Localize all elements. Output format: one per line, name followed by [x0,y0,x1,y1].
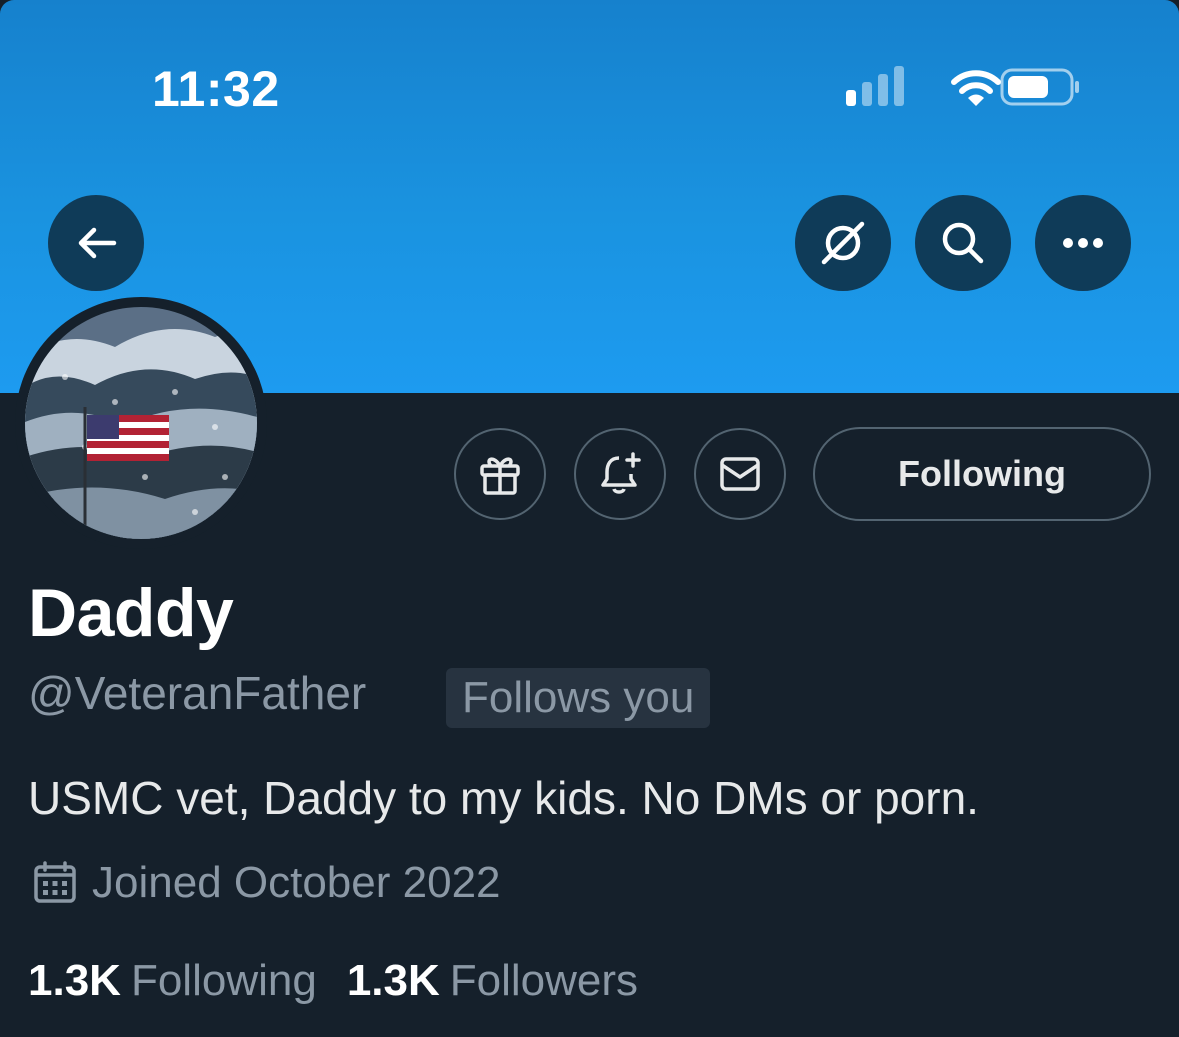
status-bar-time: 11:32 [152,61,280,117]
cellular-signal-icon [846,66,904,106]
display-name: Daddy [28,575,234,651]
gift-button[interactable] [454,428,546,520]
avatar-image [25,307,257,539]
wifi-icon [951,70,1001,106]
grok-button[interactable] [795,195,891,291]
profile-bio: USMC vet, Daddy to my kids. No DMs or po… [28,772,979,824]
search-button[interactable] [915,195,1011,291]
gift-icon [480,457,520,495]
joined-date: Joined October 2022 [92,858,501,907]
following-button[interactable]: Following [813,427,1151,521]
notification-bell-plus-icon [601,452,641,494]
message-button[interactable] [694,428,786,520]
more-options-button[interactable] [1035,195,1131,291]
follow-stats: 1.3K Following 1.3K Followers [28,956,638,1006]
battery-icon [1000,68,1079,106]
status-bar-icons [840,64,1090,112]
follows-you-badge: Follows you [446,668,711,728]
message-envelope-icon [720,457,760,491]
notifications-button[interactable] [574,428,666,520]
following-label: Following [130,956,317,1005]
profile-handle: @VeteranFather [28,667,367,719]
followers-stat[interactable]: 1.3K Followers [347,956,638,1006]
search-icon [942,222,984,264]
followers-label: Followers [449,956,639,1005]
following-count: 1.3K [28,956,121,1005]
following-button-label: Following [898,453,1066,494]
joined-date-row: Joined October 2022 [32,858,501,908]
more-icon [1063,238,1103,248]
back-button[interactable] [48,195,144,291]
avatar[interactable] [15,297,267,549]
grok-icon [821,221,865,265]
back-arrow-icon [78,227,117,259]
following-stat[interactable]: 1.3K Following [28,956,317,1006]
calendar-icon [34,861,76,903]
followers-count: 1.3K [346,956,440,1005]
